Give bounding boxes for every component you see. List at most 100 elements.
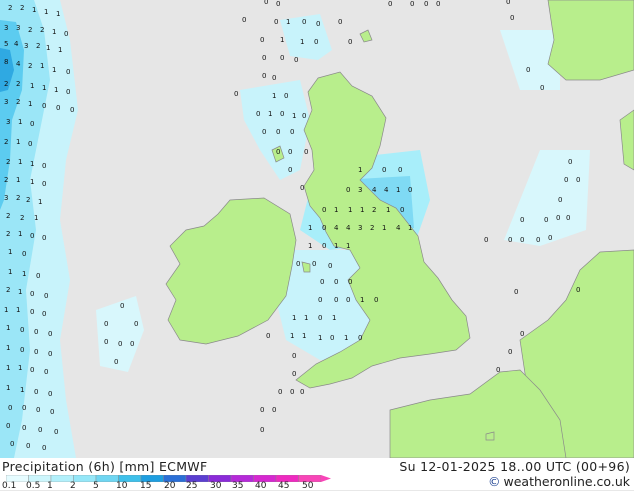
precip-value: 0 [544,216,548,224]
precipitation-map[interactable]: 2211133221054321184211022111032100031021… [0,0,634,458]
precip-value: 4 [384,186,389,194]
precip-value: 0 [520,236,524,244]
precip-value: 3 [16,24,20,32]
precip-value: 0 [382,166,386,174]
precip-value: 1 [286,18,290,26]
precip-value: 0 [338,18,342,26]
credit-link[interactable]: weatheronline.co.uk [504,474,631,489]
precip-value: 0 [496,366,500,374]
precip-value: 0 [30,366,34,374]
precip-value: 1 [308,224,312,232]
precip-value: 0 [130,340,134,348]
precip-value: 0 [566,214,570,222]
precip-value: 2 [16,194,20,202]
precip-value: 0 [50,408,54,416]
precip-value: 0 [272,406,276,414]
precip-value: 1 [54,86,58,94]
precip-value: 0 [260,426,264,434]
land-norway [547,0,634,81]
precip-value: 0 [70,106,74,114]
precip-value: 2 [28,26,32,34]
precip-value: 2 [8,4,12,12]
precip-value: 2 [6,230,10,238]
precip-value: 0 [56,104,60,112]
precip-value: 2 [4,176,8,184]
precip-value: 0 [276,0,280,8]
precip-value: 0 [300,184,304,192]
precip-value: 0 [292,370,296,378]
precip-value: 0 [540,84,544,92]
precip-value: 4 [334,224,339,232]
precip-value: 0 [38,426,42,434]
precip-value: 1 [30,160,34,168]
precip-value: 1 [348,206,352,214]
precip-value: 0 [514,288,518,296]
precip-value: 1 [280,36,284,44]
precip-value: 1 [408,224,412,232]
precip-value: 0 [436,0,440,8]
precip-value: 0 [66,88,70,96]
precip-value: 1 [58,46,62,54]
precip-value: 0 [316,20,320,28]
precip-value: 1 [6,344,10,352]
precip-value: 1 [4,306,8,314]
precip-value: 0 [302,112,306,120]
credit[interactable]: © weatheronline.co.uk [488,474,630,489]
precip-value: 0 [288,148,292,156]
precip-value: 0 [276,128,280,136]
precip-value: 0 [322,224,326,232]
precip-value: 2 [6,286,10,294]
precip-value: 1 [30,178,34,186]
precip-value: 1 [360,206,364,214]
precip-value: 0 [424,0,428,8]
precip-value: 0 [8,404,12,412]
precip-value: 3 [24,42,28,50]
precip-value: 0 [330,334,334,342]
precip-value: 1 [304,314,308,322]
precip-value: 0 [34,348,38,356]
precip-value: 2 [20,4,24,12]
precip-value: 0 [348,38,352,46]
precip-value: 0 [280,110,284,118]
precip-value: 0 [264,0,268,6]
precip-value: 0 [292,352,296,360]
precip-value: 0 [288,166,292,174]
precip-value: 0 [26,442,30,450]
precip-value: 2 [4,80,8,88]
precip-value: 2 [6,212,10,220]
precip-value: 0 [302,18,306,26]
precip-value: 0 [408,186,412,194]
precip-value: 0 [42,234,46,242]
precip-value: 0 [34,388,38,396]
precip-value: 0 [280,54,284,62]
precip-value: 0 [34,328,38,336]
precip-value: 1 [344,334,348,342]
precip-value: 0 [54,428,58,436]
precip-value: 0 [22,424,26,432]
precip-value: 0 [104,338,108,346]
precip-value: 2 [20,214,24,222]
precip-value: 1 [18,118,22,126]
precip-value: 0 [576,176,580,184]
precip-value: 0 [556,214,560,222]
precip-value: 1 [18,230,22,238]
precip-value: 0 [304,148,308,156]
precip-value: 0 [508,236,512,244]
precip-value: 0 [410,0,414,8]
precip-value: 0 [548,234,552,242]
precip-value: 2 [28,62,32,70]
precip-value: 2 [6,158,10,166]
precip-value: 1 [52,28,56,36]
precip-value: 0 [242,16,246,24]
precip-value: 1 [18,158,22,166]
precip-value: 0 [322,242,326,250]
precip-value: 0 [120,302,124,310]
precip-value: 0 [118,340,122,348]
precip-value: 1 [22,270,26,278]
precip-value: 0 [30,232,34,240]
precip-value: 4 [346,224,351,232]
precip-value: 0 [64,30,68,38]
precip-value: 0 [284,92,288,100]
precip-value: 2 [4,138,8,146]
precip-value: 0 [278,388,282,396]
